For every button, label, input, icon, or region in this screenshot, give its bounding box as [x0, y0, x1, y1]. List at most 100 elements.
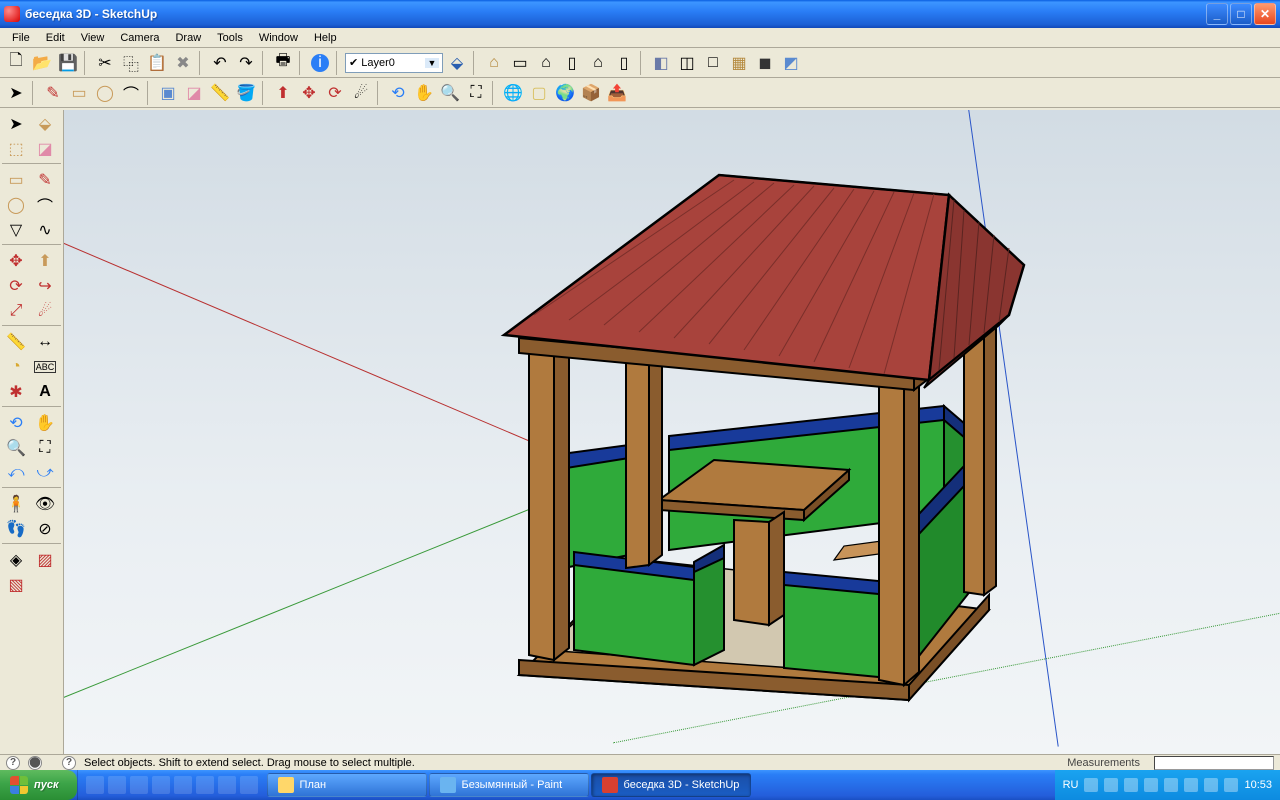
protractor-tool[interactable]: ◔ [2, 355, 30, 379]
select-tool[interactable]: ➤ [2, 112, 30, 136]
move-tool-button[interactable]: ✥ [297, 81, 321, 105]
tray-icon[interactable] [1164, 778, 1178, 792]
view-left-button[interactable]: ▯ [612, 51, 636, 75]
menu-file[interactable]: File [4, 30, 38, 46]
start-button[interactable]: пуск [0, 770, 77, 800]
menu-window[interactable]: Window [251, 30, 306, 46]
display-section-cuts[interactable]: ▨ [31, 548, 59, 572]
style-shaded-button[interactable]: ◧ [649, 51, 673, 75]
minimize-button[interactable]: _ [1206, 3, 1228, 25]
orbit-tool-button[interactable]: ⟲ [386, 81, 410, 105]
quicklaunch-item[interactable] [86, 776, 104, 794]
tape-tool-button[interactable]: 📏 [208, 81, 232, 105]
google-earth-button[interactable]: 🌍 [553, 81, 577, 105]
offset-tool[interactable]: ☄ [31, 299, 59, 323]
polygon-tool[interactable]: ▽ [2, 218, 30, 242]
zoom-side-tool[interactable]: 🔍 [2, 436, 30, 460]
rotate-tool[interactable]: ⟳ [2, 274, 30, 298]
language-indicator[interactable]: RU [1063, 779, 1079, 791]
text-tool[interactable]: ABC [31, 355, 59, 379]
zoom-extents-button[interactable]: ⛶ [464, 81, 488, 105]
get-models-button[interactable]: 📦 [579, 81, 603, 105]
taskbar-item-paint[interactable]: Безымянный - Paint [429, 773, 589, 797]
view-front-button[interactable]: ⌂ [534, 51, 558, 75]
view-top-button[interactable]: ▭ [508, 51, 532, 75]
move-tool[interactable]: ✥ [2, 249, 30, 273]
scale-tool[interactable]: ⤢ [2, 299, 30, 323]
menu-help[interactable]: Help [306, 30, 345, 46]
open-file-button[interactable]: 📂 [30, 51, 54, 75]
component-tool[interactable]: ⬚ [2, 137, 30, 161]
save-button[interactable]: 💾 [56, 51, 80, 75]
line-tool[interactable]: ✎ [31, 168, 59, 192]
tray-icon[interactable] [1204, 778, 1218, 792]
share-model-button[interactable]: 📤 [605, 81, 629, 105]
quicklaunch-item[interactable] [174, 776, 192, 794]
arc-tool[interactable]: ⌒ [31, 193, 59, 217]
pan-tool-button[interactable]: ✋ [412, 81, 436, 105]
menu-camera[interactable]: Camera [112, 30, 167, 46]
zoom-tool-button[interactable]: 🔍 [438, 81, 462, 105]
delete-button[interactable]: ✖ [171, 51, 195, 75]
rectangle-tool[interactable]: ▭ [2, 168, 30, 192]
maximize-button[interactable]: □ [1230, 3, 1252, 25]
line-tool-button[interactable]: ✎ [41, 81, 65, 105]
clock[interactable]: 10:53 [1244, 779, 1272, 791]
help-icon[interactable]: ? [6, 756, 20, 770]
quicklaunch-item[interactable] [196, 776, 214, 794]
menu-draw[interactable]: Draw [167, 30, 209, 46]
3d-viewport[interactable] [64, 110, 1280, 754]
paint-tool-button[interactable]: 🪣 [234, 81, 258, 105]
make-component-button[interactable]: ▣ [156, 81, 180, 105]
tray-icon[interactable] [1144, 778, 1158, 792]
quicklaunch-item[interactable] [108, 776, 126, 794]
rotate-tool-button[interactable]: ⟳ [323, 81, 347, 105]
close-button[interactable]: ✕ [1254, 3, 1276, 25]
tray-icon[interactable] [1124, 778, 1138, 792]
new-file-button[interactable]: 🗋 [4, 51, 28, 75]
next-view-tool[interactable]: ⤻ [31, 461, 59, 485]
circle-tool-button[interactable]: ◯ [93, 81, 117, 105]
tape-measure-tool[interactable]: 📏 [2, 330, 30, 354]
arc-tool-button[interactable]: ⌒ [119, 81, 143, 105]
orbit-tool[interactable]: ⟲ [2, 411, 30, 435]
view-back-button[interactable]: ⌂ [586, 51, 610, 75]
style-hidden-button[interactable]: □ [701, 51, 725, 75]
menu-edit[interactable]: Edit [38, 30, 73, 46]
rectangle-tool-button[interactable]: ▭ [67, 81, 91, 105]
style-mono-button[interactable]: ◼ [753, 51, 777, 75]
position-camera-tool[interactable]: 🧍 [2, 492, 30, 516]
eraser-tool-button[interactable]: ◪ [182, 81, 206, 105]
redo-button[interactable]: ↷ [234, 51, 258, 75]
previous-view-tool[interactable]: ⤺ [2, 461, 30, 485]
gazebo-3d-model[interactable] [434, 120, 1054, 740]
quicklaunch-item[interactable] [218, 776, 236, 794]
dimension-tool[interactable]: ↔ [31, 330, 59, 354]
display-section-fill[interactable]: ▧ [2, 573, 30, 597]
toggle-terrain-button[interactable]: ▢ [527, 81, 551, 105]
quicklaunch-item[interactable] [240, 776, 258, 794]
look-around-tool[interactable]: 👁 [31, 492, 59, 516]
section-tool[interactable]: ⊘ [31, 517, 59, 541]
layer-manager-button[interactable]: ⬙ [445, 51, 469, 75]
walk-tool[interactable]: 👣 [2, 517, 30, 541]
taskbar-item-plan[interactable]: План [267, 773, 427, 797]
followme-tool[interactable]: ↪ [31, 274, 59, 298]
tray-icon[interactable] [1224, 778, 1238, 792]
undo-button[interactable]: ↶ [208, 51, 232, 75]
style-texture-button[interactable]: ▦ [727, 51, 751, 75]
tray-icon[interactable] [1184, 778, 1198, 792]
paint-bucket-tool[interactable]: ⬙ [31, 112, 59, 136]
style-xray-button[interactable]: ◩ [779, 51, 803, 75]
instructor-icon[interactable]: ? [62, 756, 76, 770]
menu-view[interactable]: View [73, 30, 113, 46]
zoom-window-tool[interactable]: ⛶ [31, 436, 59, 460]
style-wireframe-button[interactable]: ◫ [675, 51, 699, 75]
display-section-planes[interactable]: ◈ [2, 548, 30, 572]
pushpull-tool-button[interactable]: ⬆ [271, 81, 295, 105]
pushpull-tool[interactable]: ⬆ [31, 249, 59, 273]
quicklaunch-item[interactable] [152, 776, 170, 794]
print-button[interactable]: 🖶 [271, 51, 295, 75]
pan-tool[interactable]: ✋ [31, 411, 59, 435]
view-iso-button[interactable]: ⌂ [482, 51, 506, 75]
